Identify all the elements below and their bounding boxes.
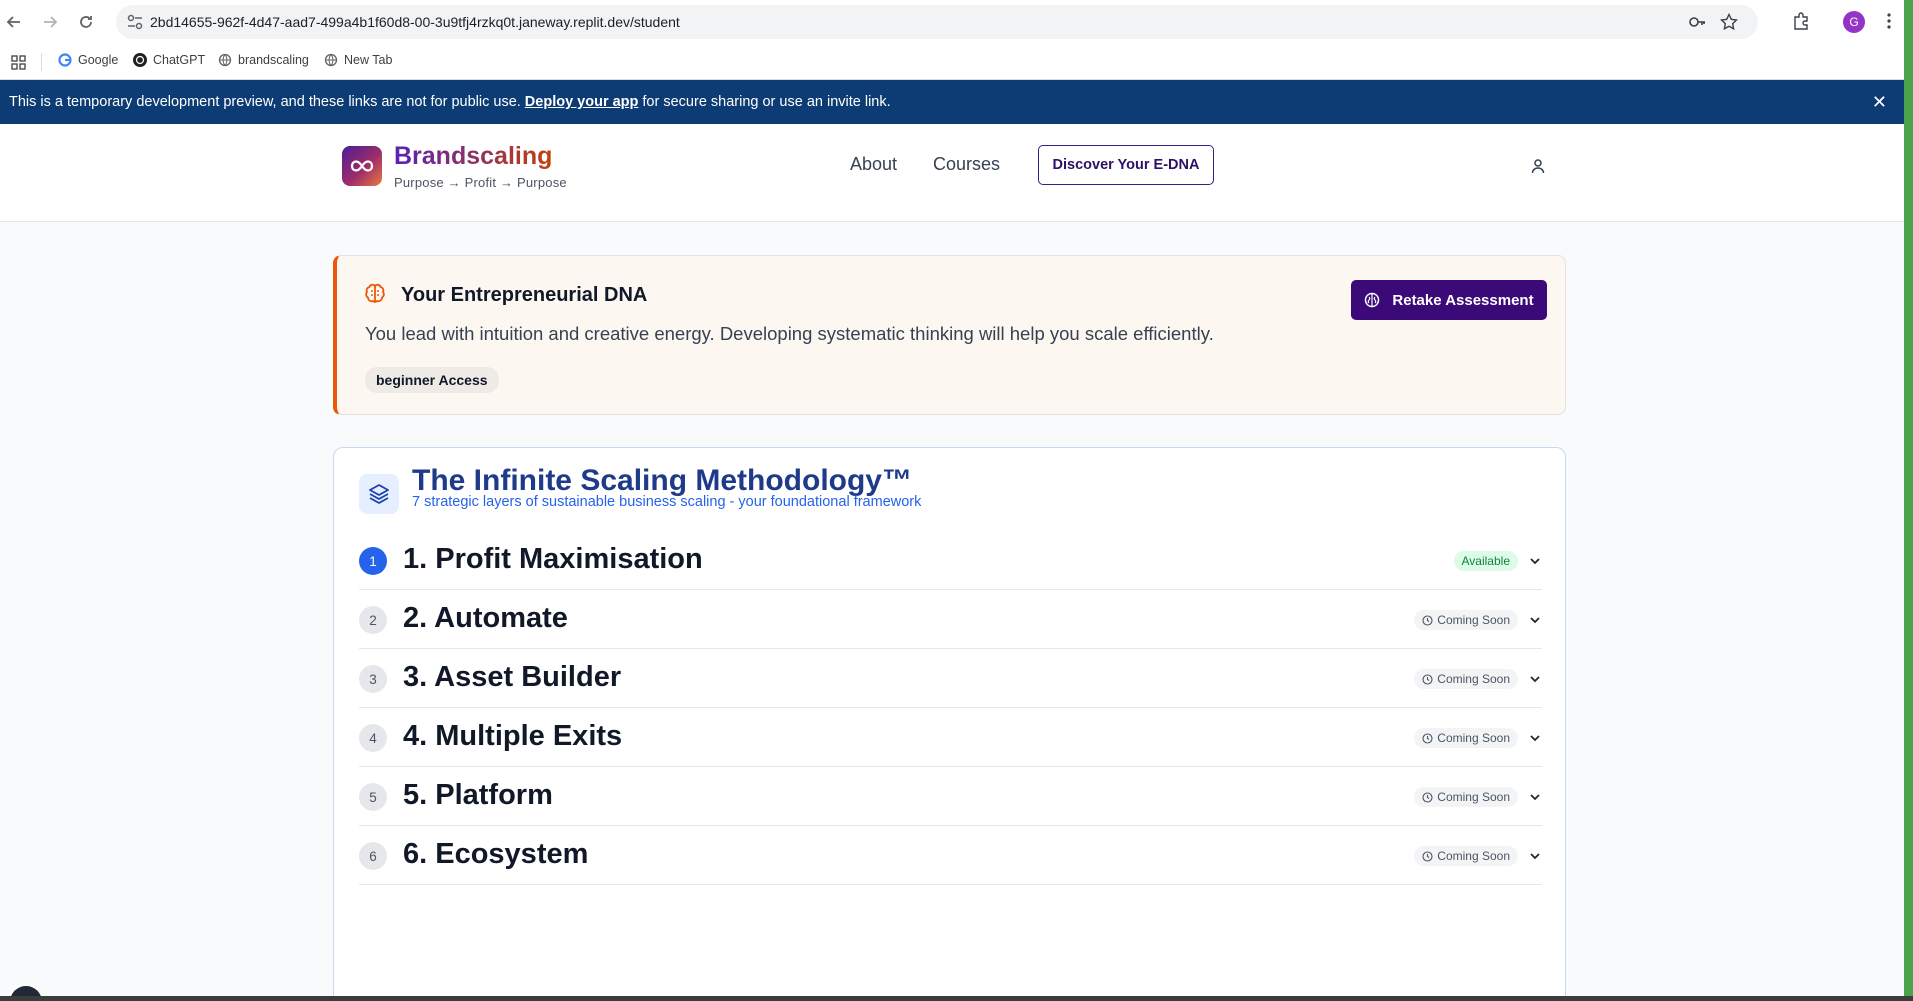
methodology-subtitle: 7 strategic layers of sustainable busine… [412, 494, 922, 510]
banner-text: This is a temporary development preview,… [9, 94, 521, 110]
chevron-down-icon[interactable] [1528, 613, 1542, 627]
entrepreneurial-dna-card: Your Entrepreneurial DNA You lead with i… [333, 255, 1566, 415]
nav-about[interactable]: About [850, 154, 897, 175]
status-badge: Coming Soon [1414, 846, 1518, 866]
status-label: Coming Soon [1437, 790, 1510, 804]
browser-window: 2bd14655-962f-4d47-aad7-499a4b1f60d8-00-… [0, 0, 1913, 1001]
layer-number-badge: 6 [359, 842, 387, 870]
deploy-app-link[interactable]: Deploy your app [525, 94, 639, 110]
status-badge: Coming Soon [1414, 669, 1518, 689]
bookmark-label: brandscaling [238, 53, 309, 67]
layer-number-badge: 1 [359, 547, 387, 575]
status-badge: Available [1453, 551, 1518, 571]
status-badge: Coming Soon [1414, 787, 1518, 807]
status-label: Coming Soon [1437, 849, 1510, 863]
nav-courses[interactable]: Courses [933, 154, 1000, 175]
layer-row-ecosystem[interactable]: 6 6. Ecosystem Coming Soon [359, 826, 1542, 885]
user-icon[interactable] [1529, 157, 1547, 175]
bookmark-label: Google [78, 53, 119, 67]
bookmarks-bar: Google ChatGPT brandscaling New Tab [0, 44, 1913, 80]
back-arrow-icon[interactable] [2, 10, 26, 34]
layer-row-multiple-exits[interactable]: 4 4. Multiple Exits Coming Soon [359, 708, 1542, 767]
bookmark-label: New Tab [344, 53, 393, 67]
discover-edna-button[interactable]: Discover Your E-DNA [1038, 145, 1214, 185]
bookmarks-divider [41, 53, 42, 71]
chevron-down-icon[interactable] [1528, 554, 1542, 568]
chevron-down-icon[interactable] [1528, 731, 1542, 745]
status-label: Coming Soon [1437, 731, 1510, 745]
layer-title: 5. Platform [403, 779, 553, 811]
methodology-title: The Infinite Scaling Methodology™ [412, 464, 912, 497]
chevron-down-icon[interactable] [1528, 790, 1542, 804]
site-header: Brandscaling Purpose → Profit → Purpose … [0, 124, 1913, 222]
reload-icon[interactable] [74, 10, 98, 34]
layer-title: 1. Profit Maximisation [403, 543, 703, 575]
brand-tagline: Purpose → Profit → Purpose [394, 175, 567, 190]
url-text: 2bd14655-962f-4d47-aad7-499a4b1f60d8-00-… [150, 14, 680, 30]
banner-text-after: for secure sharing or use an invite link… [642, 94, 891, 110]
browser-menu-icon[interactable] [1880, 12, 1898, 30]
bookmark-chatgpt[interactable]: ChatGPT [133, 53, 205, 67]
page-viewport: This is a temporary development preview,… [0, 80, 1913, 1001]
clock-icon [1422, 732, 1433, 744]
layer-title: 3. Asset Builder [403, 661, 622, 693]
layer-row-platform[interactable]: 5 5. Platform Coming Soon [359, 767, 1542, 826]
bookmark-star-icon[interactable] [1720, 13, 1738, 31]
globe-icon [324, 53, 338, 67]
bookmark-brandscaling[interactable]: brandscaling [218, 53, 309, 67]
retake-assessment-button[interactable]: Retake Assessment [1351, 280, 1547, 320]
brain-icon [365, 283, 385, 303]
window-bottom-edge [0, 996, 1913, 1001]
close-icon[interactable]: ✕ [1872, 92, 1887, 113]
layer-number-badge: 5 [359, 783, 387, 811]
chatgpt-icon [133, 53, 147, 67]
brand-name[interactable]: Brandscaling [394, 142, 552, 171]
apps-grid-icon[interactable] [11, 55, 26, 70]
profile-avatar[interactable]: G [1843, 11, 1865, 33]
status-label: Coming Soon [1437, 672, 1510, 686]
dev-preview-banner: This is a temporary development preview,… [0, 80, 1913, 124]
scaling-methodology-card: The Infinite Scaling Methodology™ 7 stra… [333, 447, 1566, 1001]
status-badge: Coming Soon [1414, 728, 1518, 748]
forward-arrow-icon[interactable] [38, 10, 62, 34]
clock-icon [1422, 614, 1433, 626]
layer-number-badge: 2 [359, 606, 387, 634]
dna-card-description: You lead with intuition and creative ene… [365, 323, 1214, 344]
access-level-badge: beginner Access [365, 367, 499, 393]
layer-title: 2. Automate [403, 602, 568, 634]
layer-row-automate[interactable]: 2 2. Automate Coming Soon [359, 590, 1542, 649]
bookmark-new-tab[interactable]: New Tab [324, 53, 392, 67]
retake-assessment-label: Retake Assessment [1392, 291, 1534, 309]
clock-icon [1422, 673, 1433, 685]
site-info-icon[interactable] [126, 13, 144, 31]
extensions-icon[interactable] [1792, 12, 1810, 30]
layer-row-asset-builder[interactable]: 3 3. Asset Builder Coming Soon [359, 649, 1542, 708]
bookmark-google[interactable]: Google [58, 53, 118, 67]
google-icon [58, 53, 72, 67]
layer-title: 4. Multiple Exits [403, 720, 623, 752]
layer-number-badge: 4 [359, 724, 387, 752]
password-key-icon[interactable] [1688, 13, 1706, 31]
layer-title: 6. Ecosystem [403, 838, 589, 870]
status-badge: Coming Soon [1414, 610, 1518, 630]
layers-icon [359, 474, 399, 514]
bookmark-label: ChatGPT [153, 53, 206, 67]
browser-toolbar: 2bd14655-962f-4d47-aad7-499a4b1f60d8-00-… [0, 0, 1913, 44]
status-label: Available [1461, 554, 1510, 568]
globe-icon [218, 53, 232, 67]
clock-icon [1422, 850, 1433, 862]
brain-icon [1365, 292, 1380, 308]
infinity-logo-icon[interactable] [342, 146, 382, 186]
window-edge-rail [1904, 0, 1913, 1001]
layer-row-profit-maximisation[interactable]: 1 1. Profit Maximisation Available [359, 531, 1542, 590]
layer-number-badge: 3 [359, 665, 387, 693]
chevron-down-icon[interactable] [1528, 849, 1542, 863]
dna-card-title: Your Entrepreneurial DNA [401, 284, 648, 306]
chevron-down-icon[interactable] [1528, 672, 1542, 686]
address-bar[interactable]: 2bd14655-962f-4d47-aad7-499a4b1f60d8-00-… [116, 5, 1758, 39]
clock-icon [1422, 791, 1433, 803]
status-label: Coming Soon [1437, 613, 1510, 627]
